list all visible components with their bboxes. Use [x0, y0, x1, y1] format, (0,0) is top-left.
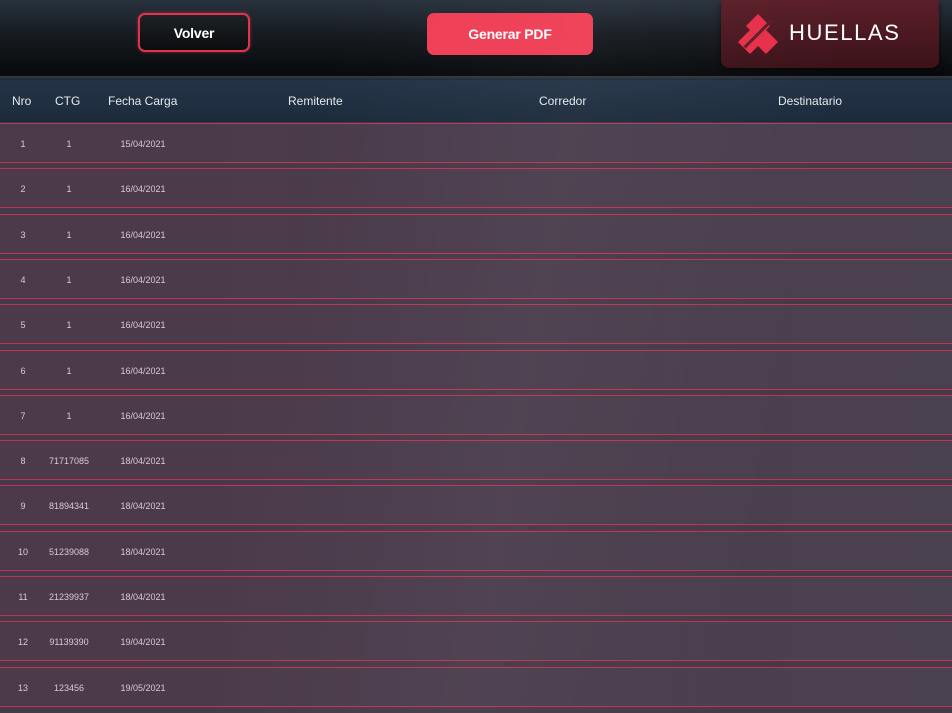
back-button[interactable]: Volver [138, 13, 250, 52]
cell-nro: 7 [20, 410, 26, 421]
cell-ctg: 51239088 [48, 546, 90, 557]
table-row[interactable]: 7 1 16/04/2021 [0, 394, 952, 435]
top-bar: Volver Generar PDF HUELLAS [0, 0, 952, 76]
cell-fecha: 16/04/2021 [120, 229, 166, 240]
cell-nro: 11 [18, 592, 28, 602]
cell-fecha: 18/04/2021 [120, 501, 166, 512]
cell-nro: 6 [20, 365, 26, 376]
cell-nro: 4 [20, 274, 26, 285]
table-row[interactable]: 12 91139390 19/04/2021 [0, 621, 952, 662]
table-row[interactable]: 8 71717085 18/04/2021 [0, 440, 952, 481]
cell-nro: 9 [20, 501, 26, 512]
cell-nro: 10 [17, 546, 29, 557]
table-row[interactable]: 2 1 16/04/2021 [0, 168, 952, 209]
column-header-ctg: CTG [55, 94, 81, 108]
cell-fecha: 16/04/2021 [120, 410, 166, 421]
brand-name: HUELLAS [789, 20, 901, 45]
cell-ctg: 1 [66, 365, 72, 376]
generate-pdf-button[interactable]: Generar PDF [427, 13, 593, 55]
cell-nro: 3 [20, 229, 26, 240]
table-row[interactable]: 3 1 16/04/2021 [0, 213, 952, 254]
column-header-remitente: Remitente [288, 94, 343, 108]
table-row[interactable]: 9 81894341 18/04/2021 [0, 485, 952, 526]
table-row[interactable]: 6 1 16/04/2021 [0, 349, 952, 390]
table-row[interactable]: 1 1 15/04/2021 [0, 123, 952, 163]
cell-ctg: 91139390 [49, 637, 89, 648]
cell-fecha: 19/04/2021 [120, 637, 166, 648]
cell-nro: 2 [20, 184, 26, 195]
cell-nro: 5 [20, 320, 26, 331]
cell-ctg: 123456 [53, 682, 85, 693]
cell-fecha: 18/04/2021 [120, 592, 166, 602]
table-header: Nro CTG Fecha Carga Remitente Corredor D… [0, 80, 952, 123]
cell-ctg: 21239937 [48, 592, 90, 602]
cell-fecha: 16/04/2021 [120, 184, 166, 195]
table-row[interactable]: 4 1 16/04/2021 [0, 258, 952, 299]
cell-fecha: 19/05/2021 [120, 682, 166, 693]
cell-ctg: 1 [66, 274, 72, 285]
table-row[interactable]: 13 123456 19/05/2021 [0, 666, 952, 707]
cell-ctg: 1 [66, 139, 72, 149]
cell-ctg: 1 [66, 184, 72, 195]
table-row[interactable]: 5 1 16/04/2021 [0, 304, 952, 345]
table-row[interactable]: 11 21239937 18/04/2021 [0, 576, 952, 616]
cell-ctg: 1 [66, 229, 72, 240]
cell-ctg: 71717085 [48, 456, 90, 467]
cell-ctg: 1 [66, 410, 72, 421]
column-header-destinatario: Destinatario [778, 94, 843, 108]
cell-fecha: 18/04/2021 [120, 546, 166, 557]
brand-logo: HUELLAS [721, 0, 939, 68]
huellas-logo-icon [738, 14, 778, 54]
column-header-corredor: Corredor [539, 94, 587, 108]
column-header-fecha-carga: Fecha Carga [108, 94, 178, 108]
cell-fecha: 16/04/2021 [120, 365, 166, 376]
cell-fecha: 15/04/2021 [120, 139, 166, 149]
cell-nro: 12 [17, 637, 29, 648]
cell-fecha: 18/04/2021 [120, 456, 166, 467]
column-header-nro: Nro [12, 94, 32, 108]
table-row[interactable]: 10 51239088 18/04/2021 [0, 530, 952, 571]
cell-ctg: 81894341 [48, 501, 90, 512]
cell-fecha: 16/04/2021 [120, 274, 166, 285]
cell-ctg: 1 [66, 320, 72, 331]
cell-fecha: 16/04/2021 [120, 320, 166, 331]
cell-nro: 13 [17, 682, 29, 693]
cell-nro: 8 [20, 456, 26, 467]
cell-nro: 1 [20, 139, 26, 149]
